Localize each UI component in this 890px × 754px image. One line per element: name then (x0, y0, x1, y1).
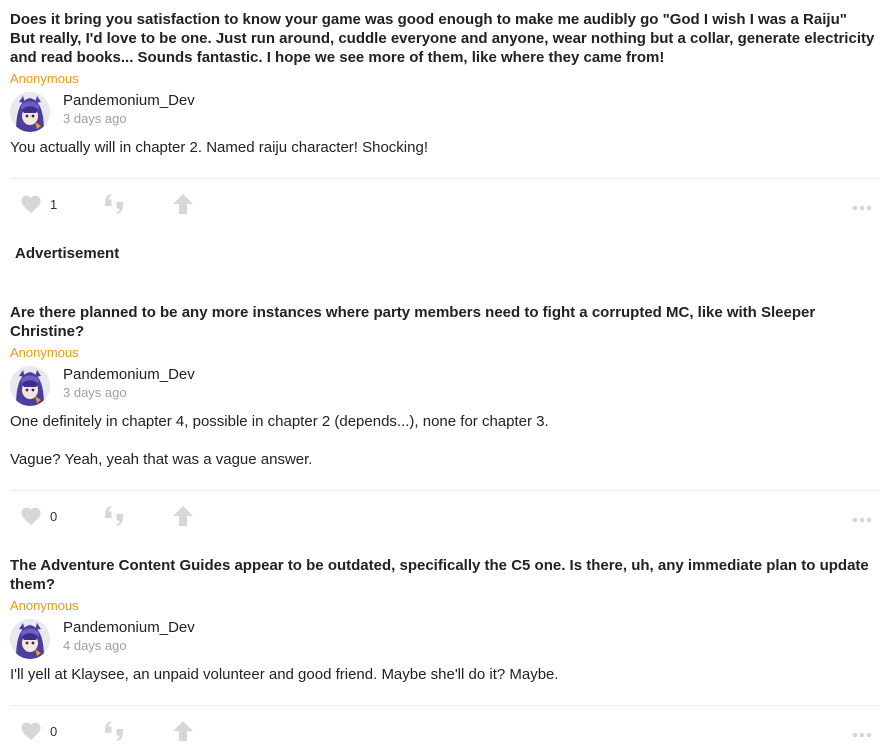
answer-timestamp: 3 days ago (63, 111, 127, 126)
avatar-image (10, 366, 50, 406)
quote-icon (105, 194, 123, 214)
like-button[interactable]: 0 (20, 720, 57, 742)
share-button[interactable] (172, 720, 194, 742)
answer-header: Pandemonium_Dev 3 days ago (10, 364, 880, 406)
advertisement-label: Advertisement (15, 245, 120, 262)
avatar-image (10, 92, 50, 132)
share-arrow-icon (173, 506, 193, 526)
quote-button[interactable] (103, 720, 125, 742)
like-count: 1 (50, 196, 58, 212)
avatar[interactable] (10, 366, 50, 406)
answer-paragraph: One definitely in chapter 4, possible in… (10, 413, 549, 430)
answer-text: You actually will in chapter 2. Named ra… (10, 138, 880, 157)
avatar-image (10, 619, 50, 659)
more-options-button[interactable] (852, 724, 872, 746)
avatar[interactable] (10, 92, 50, 132)
heart-icon (21, 722, 41, 741)
asker-name: Anonymous (10, 71, 79, 86)
answer-header: Pandemonium_Dev 3 days ago (10, 90, 880, 132)
more-dots-icon (852, 205, 872, 211)
more-dots-icon (852, 517, 872, 523)
quote-button[interactable] (103, 505, 125, 527)
like-count: 0 (50, 723, 58, 739)
answer-paragraph: Vague? Yeah, yeah that was a vague answe… (10, 451, 313, 468)
answer-paragraph: I'll yell at Klaysee, an unpaid voluntee… (10, 666, 559, 683)
answer-text: One definitely in chapter 4, possible in… (10, 412, 880, 469)
question-text[interactable]: Are there planned to be any more instanc… (10, 303, 880, 341)
share-arrow-icon (173, 194, 193, 214)
share-button[interactable] (172, 193, 194, 215)
answer-paragraph: You actually will in chapter 2. Named ra… (10, 139, 428, 156)
answer-text: I'll yell at Klaysee, an unpaid voluntee… (10, 665, 880, 684)
quote-icon (105, 721, 123, 741)
action-bar: 1 (10, 178, 880, 227)
question-card: Does it bring you satisfaction to know y… (10, 10, 880, 157)
author-name[interactable]: Pandemonium_Dev (63, 366, 195, 384)
quote-icon (105, 506, 123, 526)
question-text[interactable]: Does it bring you satisfaction to know y… (10, 10, 880, 67)
avatar[interactable] (10, 619, 50, 659)
quote-button[interactable] (103, 193, 125, 215)
action-bar: 0 (10, 490, 880, 539)
answer-timestamp: 3 days ago (63, 385, 127, 400)
asker-name: Anonymous (10, 345, 79, 360)
question-card: The Adventure Content Guides appear to b… (10, 556, 880, 684)
author-name[interactable]: Pandemonium_Dev (63, 619, 195, 637)
asker-name: Anonymous (10, 598, 79, 613)
question-text[interactable]: The Adventure Content Guides appear to b… (10, 556, 880, 594)
more-dots-icon (852, 732, 872, 738)
share-button[interactable] (172, 505, 194, 527)
action-bar: 0 (10, 705, 880, 754)
more-options-button[interactable] (852, 197, 872, 219)
author-name[interactable]: Pandemonium_Dev (63, 92, 195, 110)
heart-icon (21, 507, 41, 526)
like-button[interactable]: 1 (20, 193, 57, 215)
answer-header: Pandemonium_Dev 4 days ago (10, 617, 880, 659)
heart-icon (21, 195, 41, 214)
answer-timestamp: 4 days ago (63, 638, 127, 653)
share-arrow-icon (173, 721, 193, 741)
more-options-button[interactable] (852, 509, 872, 531)
like-count: 0 (50, 508, 58, 524)
question-card: Are there planned to be any more instanc… (10, 303, 880, 469)
like-button[interactable]: 0 (20, 505, 57, 527)
